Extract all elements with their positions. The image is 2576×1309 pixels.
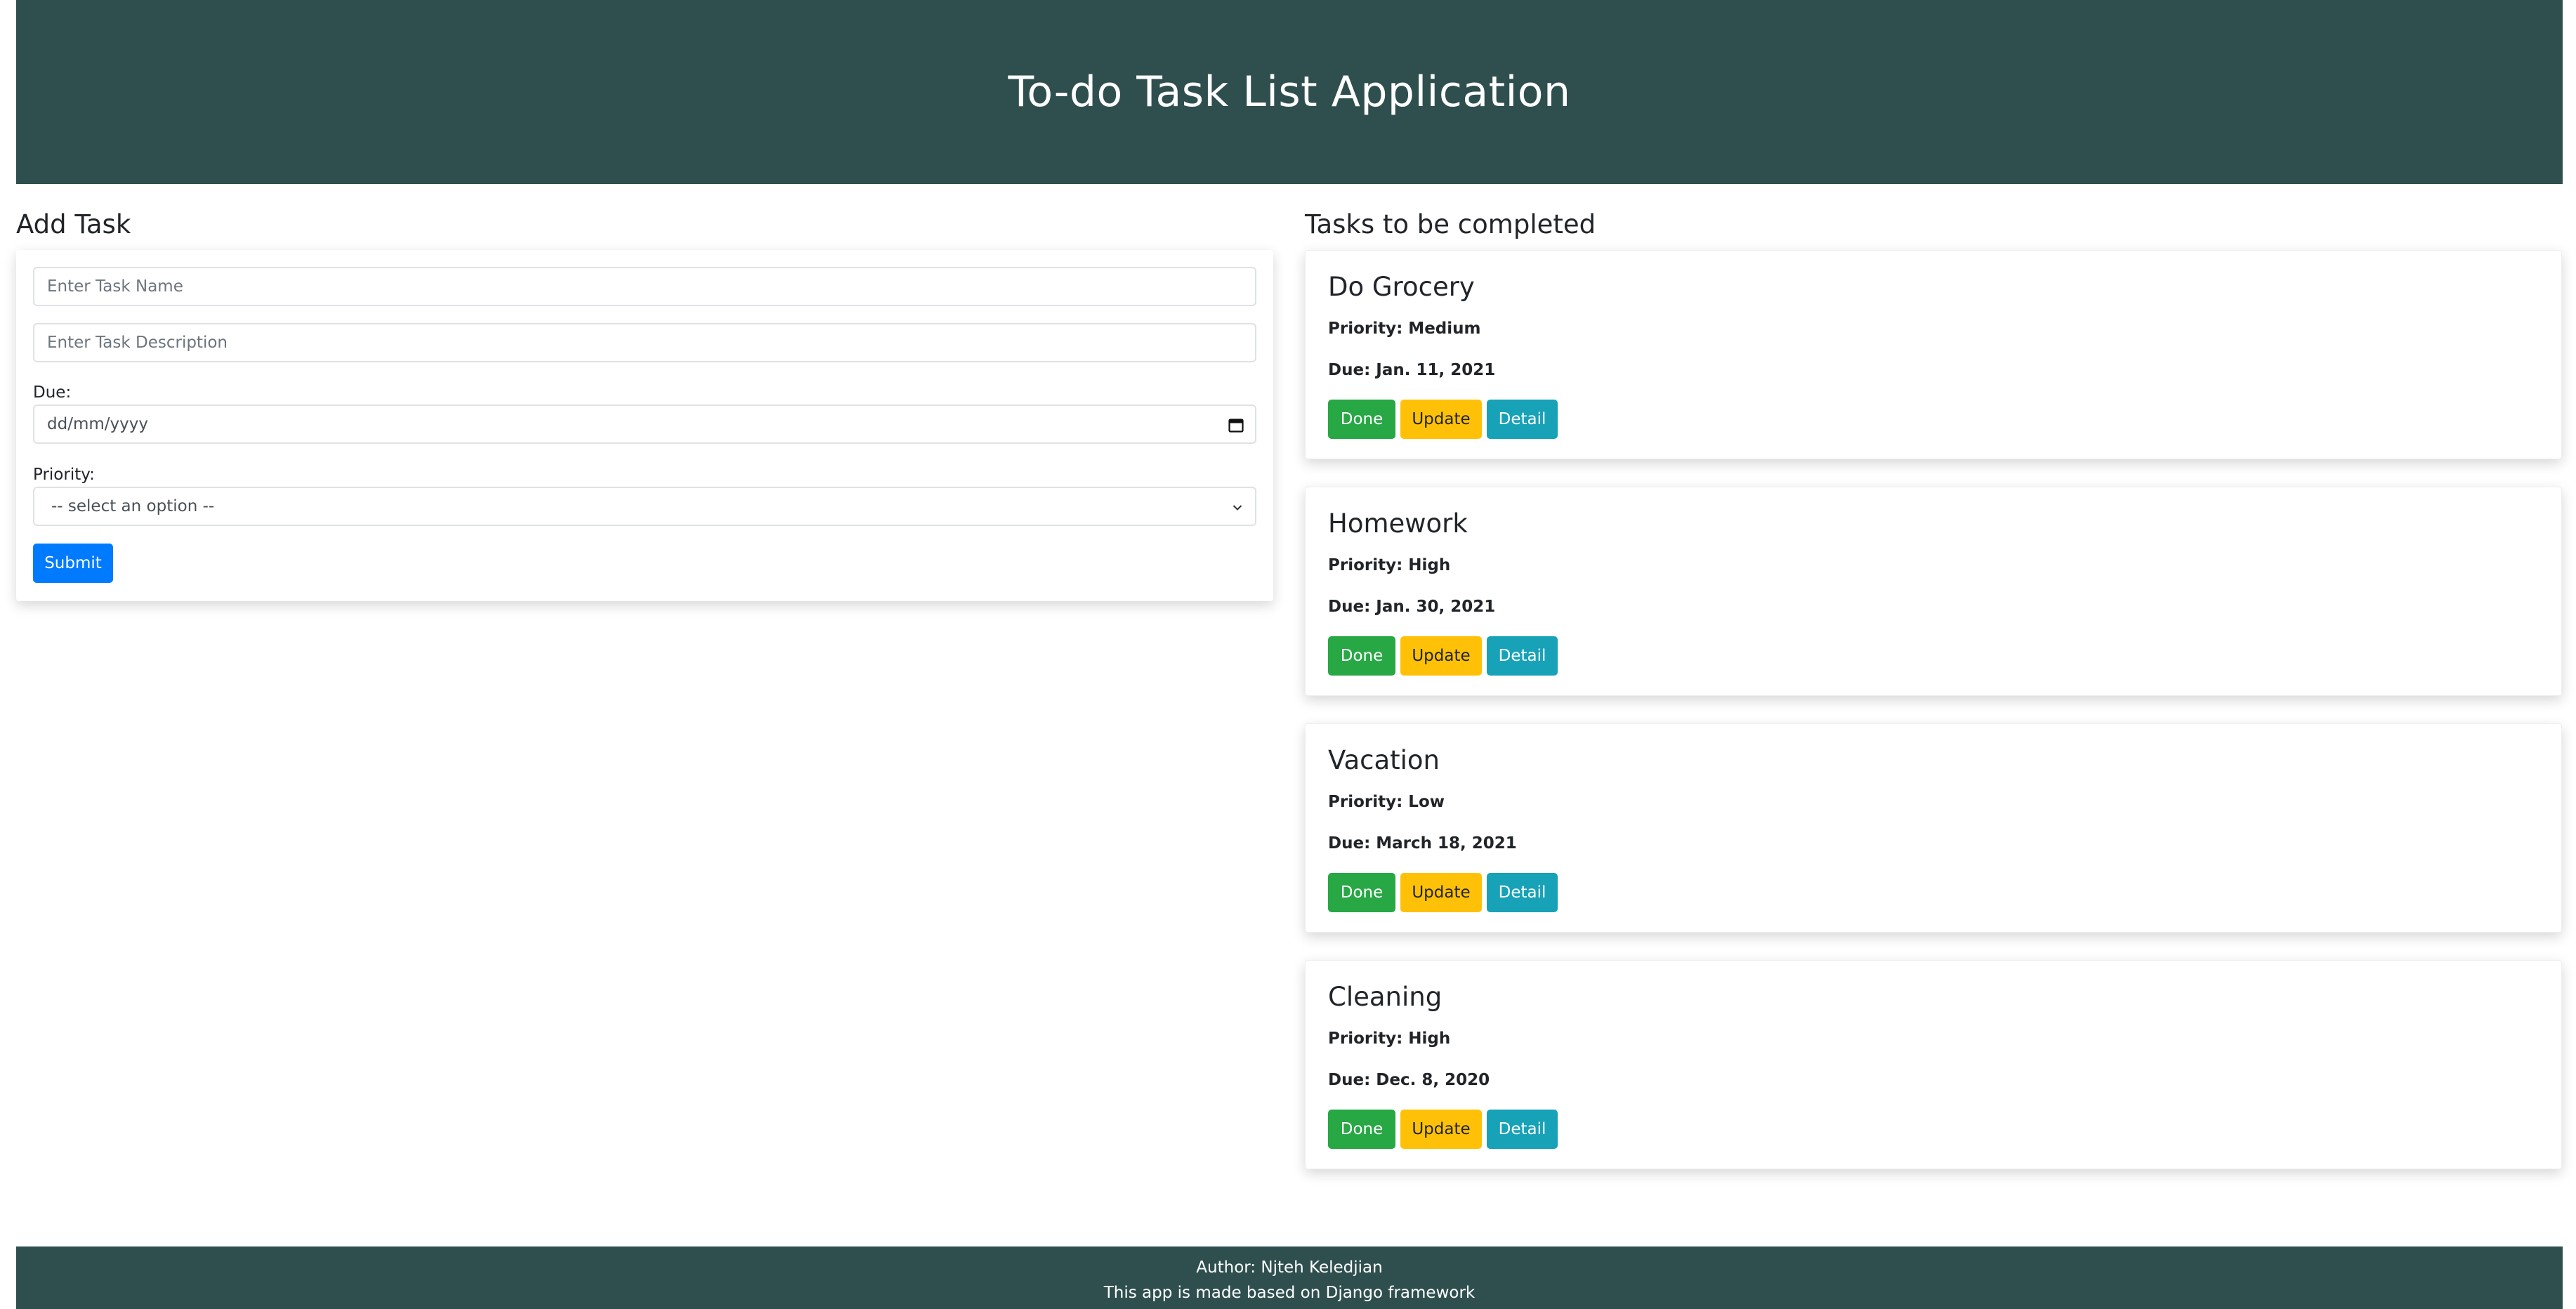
detail-button[interactable]: Detail	[1487, 400, 1558, 439]
submit-button[interactable]: Submit	[33, 544, 113, 583]
footer-author: Author: Njteh Keledjian	[1196, 1258, 1383, 1277]
priority-select[interactable]: -- select an option --	[33, 487, 1256, 526]
calendar-icon[interactable]	[1228, 417, 1244, 433]
task-name: Cleaning	[1328, 982, 1443, 1012]
task-due-date: Due: Dec. 8, 2020	[1328, 1071, 1490, 1089]
update-button[interactable]: Update	[1400, 636, 1482, 676]
footer-note: This app is made based on Django framewo…	[1103, 1284, 1476, 1302]
task-due-date: Due: Jan. 11, 2021	[1328, 361, 1496, 379]
task-card: Cleaning Priority: High Due: Dec. 8, 202…	[1305, 960, 2562, 1169]
update-button[interactable]: Update	[1400, 1110, 1482, 1149]
due-date-placeholder: dd/mm/yyyy	[47, 415, 148, 433]
task-priority: Priority: High	[1328, 556, 1451, 574]
priority-selected-value: -- select an option --	[51, 497, 215, 515]
done-button[interactable]: Done	[1328, 400, 1395, 439]
done-button[interactable]: Done	[1328, 636, 1395, 676]
task-actions: Done Update Detail	[1328, 400, 1558, 439]
due-date-input[interactable]: dd/mm/yyyy	[33, 404, 1256, 444]
task-name: Homework	[1328, 508, 1468, 539]
task-priority: Priority: Medium	[1328, 320, 1481, 338]
task-description-input[interactable]	[33, 323, 1256, 362]
task-due-date: Due: March 18, 2021	[1328, 834, 1517, 853]
task-card: Homework Priority: High Due: Jan. 30, 20…	[1305, 487, 2562, 696]
due-label: Due:	[33, 383, 72, 402]
detail-button[interactable]: Detail	[1487, 1110, 1558, 1149]
task-priority: Priority: High	[1328, 1030, 1451, 1048]
task-actions: Done Update Detail	[1328, 1110, 1558, 1149]
page-footer: Author: Njteh Keledjian This app is made…	[16, 1246, 2563, 1309]
task-actions: Done Update Detail	[1328, 636, 1558, 676]
priority-label: Priority:	[33, 466, 95, 484]
add-task-title: Add Task	[16, 209, 131, 239]
task-actions: Done Update Detail	[1328, 873, 1558, 912]
task-name: Vacation	[1328, 745, 1440, 775]
task-card: Vacation Priority: Low Due: March 18, 20…	[1305, 723, 2562, 933]
add-task-form: Due: dd/mm/yyyy Priority: -- select an o…	[16, 250, 1273, 601]
update-button[interactable]: Update	[1400, 400, 1482, 439]
chevron-down-icon	[1233, 497, 1242, 515]
tasks-section-title: Tasks to be completed	[1305, 209, 1596, 239]
update-button[interactable]: Update	[1400, 873, 1482, 912]
task-name-input[interactable]	[33, 267, 1256, 306]
task-priority: Priority: Low	[1328, 793, 1445, 811]
page-title: To-do Task List Application	[1008, 67, 1571, 117]
task-due-date: Due: Jan. 30, 2021	[1328, 598, 1496, 616]
page-header: To-do Task List Application	[16, 0, 2563, 184]
task-card: Do Grocery Priority: Medium Due: Jan. 11…	[1305, 250, 2562, 459]
done-button[interactable]: Done	[1328, 1110, 1395, 1149]
done-button[interactable]: Done	[1328, 873, 1395, 912]
detail-button[interactable]: Detail	[1487, 636, 1558, 676]
task-name: Do Grocery	[1328, 272, 1475, 302]
detail-button[interactable]: Detail	[1487, 873, 1558, 912]
